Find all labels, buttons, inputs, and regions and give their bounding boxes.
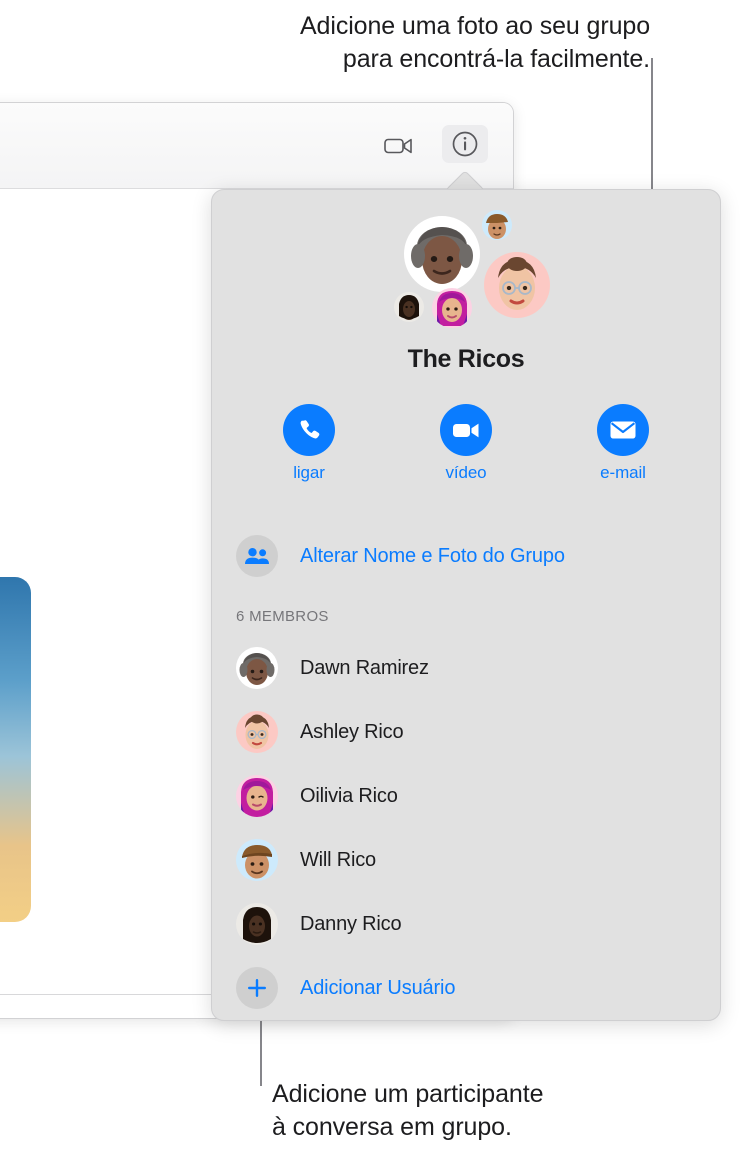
cluster-avatar-dawn bbox=[404, 216, 480, 292]
member-name: Oilivia Rico bbox=[300, 784, 398, 807]
list-item[interactable]: Danny Rico bbox=[236, 892, 702, 956]
two-people-icon bbox=[245, 548, 269, 564]
email-label: e-mail bbox=[600, 463, 646, 482]
change-group-name-photo-row[interactable]: Alterar Nome e Foto do Grupo bbox=[236, 535, 565, 577]
danny-memoji bbox=[399, 295, 419, 320]
list-item[interactable]: Oilivia Rico bbox=[236, 764, 702, 828]
info-circle-icon bbox=[452, 131, 478, 157]
conversation-details-button[interactable] bbox=[442, 125, 488, 163]
call-label: ligar bbox=[293, 463, 325, 482]
plus-icon-wrapper bbox=[236, 967, 278, 1009]
ashley-memoji bbox=[498, 257, 536, 310]
call-button[interactable] bbox=[283, 404, 335, 456]
oilivia-memoji bbox=[437, 291, 467, 326]
oilivia-memoji bbox=[241, 778, 273, 817]
callout-leader-line-bottom bbox=[260, 1012, 262, 1086]
member-name: Dawn Ramirez bbox=[300, 656, 429, 679]
cluster-avatar-will bbox=[482, 210, 512, 240]
callout-text-bottom: Adicione um participante à conversa em g… bbox=[272, 1080, 544, 1141]
cluster-avatar-danny bbox=[394, 292, 424, 322]
video-button[interactable] bbox=[440, 404, 492, 456]
dawn-memoji bbox=[411, 227, 473, 284]
add-user-label: Adicionar Usuário bbox=[300, 976, 456, 999]
email-action[interactable]: e-mail bbox=[578, 404, 668, 483]
group-avatar-cluster[interactable] bbox=[382, 210, 562, 340]
avatar bbox=[236, 903, 278, 945]
avatar bbox=[236, 711, 278, 753]
video-camera-icon bbox=[453, 423, 479, 438]
cluster-avatar-ashley bbox=[484, 252, 550, 318]
dawn-memoji bbox=[239, 653, 275, 685]
add-user-row[interactable]: Adicionar Usuário bbox=[236, 956, 702, 1020]
will-memoji bbox=[486, 214, 508, 239]
popover-pointer-arrow bbox=[444, 169, 484, 191]
video-action[interactable]: vídeo bbox=[421, 404, 511, 483]
avatar bbox=[236, 775, 278, 817]
members-count-header: 6 MEMBROS bbox=[236, 608, 329, 625]
members-list: Dawn Ramirez Ashley Rico Oilivia Rico Wi… bbox=[236, 636, 702, 1020]
member-name: Danny Rico bbox=[300, 912, 402, 935]
group-details-popover: The Ricos ligar vídeo e-mail Alterar Nom… bbox=[211, 189, 721, 1021]
video-call-toolbar-button[interactable] bbox=[376, 127, 422, 165]
window-toolbar bbox=[0, 103, 513, 189]
email-button[interactable] bbox=[597, 404, 649, 456]
list-item[interactable]: Will Rico bbox=[236, 828, 702, 892]
group-name-title: The Ricos bbox=[407, 345, 525, 373]
member-name: Ashley Rico bbox=[300, 720, 404, 743]
call-action[interactable]: ligar bbox=[264, 404, 354, 483]
two-people-icon-wrapper bbox=[236, 535, 278, 577]
quick-actions-row: ligar vídeo e-mail bbox=[264, 404, 668, 483]
cluster-avatar-oilivia bbox=[432, 288, 472, 328]
change-group-name-photo-label: Alterar Nome e Foto do Grupo bbox=[300, 544, 565, 567]
danny-memoji bbox=[243, 907, 271, 943]
avatar bbox=[236, 839, 278, 881]
video-label: vídeo bbox=[445, 463, 487, 482]
member-name: Will Rico bbox=[300, 848, 376, 871]
avatar bbox=[236, 647, 278, 689]
photo-message-attachment[interactable] bbox=[0, 577, 31, 922]
plus-icon bbox=[248, 979, 266, 997]
envelope-icon bbox=[610, 421, 636, 439]
video-camera-icon bbox=[384, 138, 412, 154]
ashley-memoji bbox=[245, 714, 269, 749]
list-item[interactable]: Dawn Ramirez bbox=[236, 636, 702, 700]
phone-icon bbox=[300, 420, 320, 439]
list-item[interactable]: Ashley Rico bbox=[236, 700, 702, 764]
will-memoji bbox=[242, 845, 272, 879]
callout-text-top: Adicione uma foto ao seu grupo para enco… bbox=[299, 12, 650, 73]
